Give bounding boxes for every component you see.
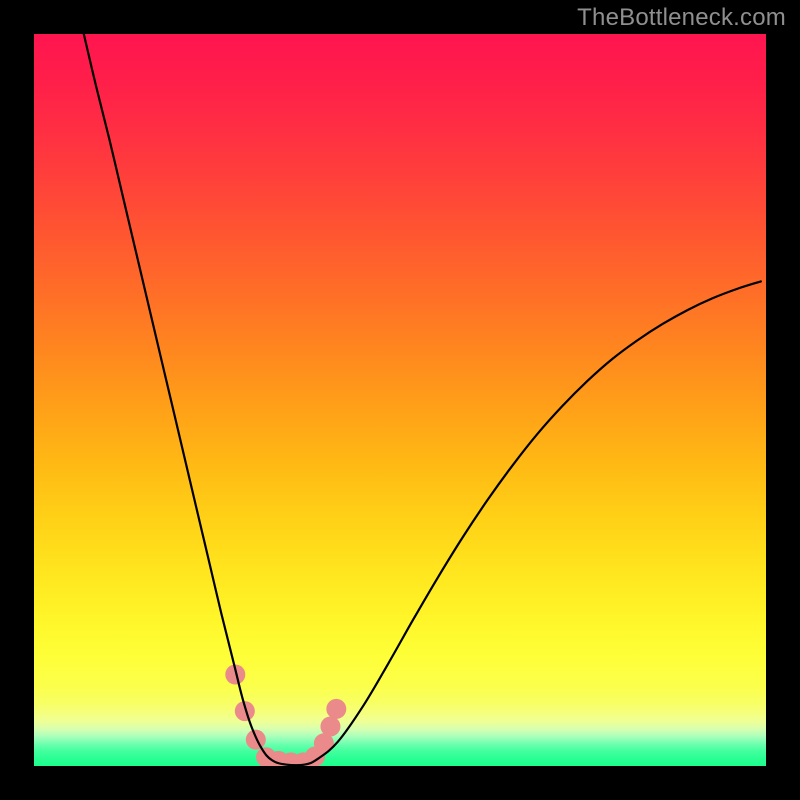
chart-frame: TheBottleneck.com — [0, 0, 800, 800]
marker-dot — [320, 716, 340, 736]
marker-dot — [326, 699, 346, 719]
watermark-text: TheBottleneck.com — [577, 4, 786, 32]
plot-background — [34, 34, 766, 766]
bottleneck-plot — [34, 34, 766, 766]
